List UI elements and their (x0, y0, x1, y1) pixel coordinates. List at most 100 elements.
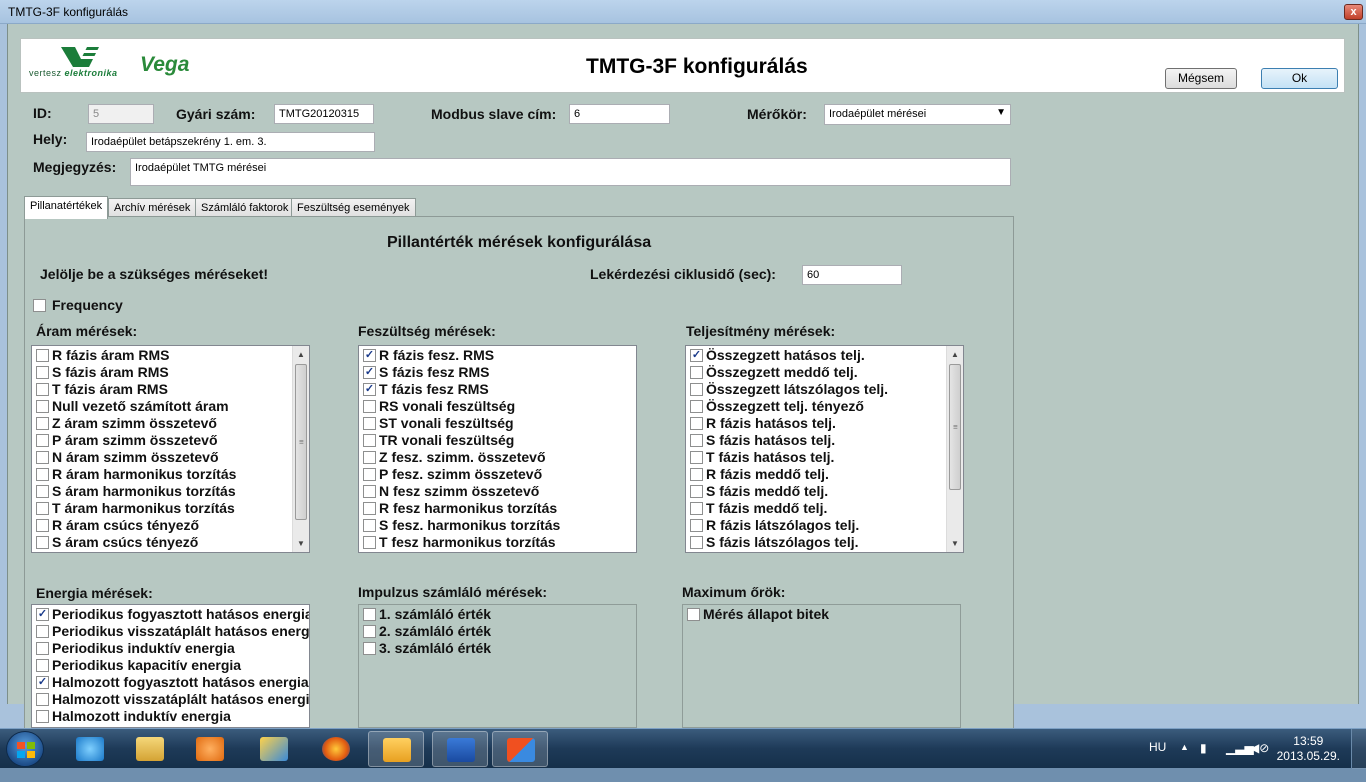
internet-explorer-icon[interactable] (62, 731, 118, 767)
scroll-down-icon[interactable]: ▼ (293, 535, 309, 552)
item-checkbox[interactable] (690, 383, 703, 396)
scroll-up-icon[interactable]: ▲ (947, 346, 963, 363)
list-item[interactable]: Z fesz. szimm. összetevő (359, 449, 636, 466)
item-checkbox[interactable] (363, 400, 376, 413)
item-checkbox[interactable] (36, 434, 49, 447)
item-checkbox[interactable] (363, 485, 376, 498)
list-item[interactable]: Null vezető számított áram (32, 398, 309, 415)
list-item[interactable]: Összegzett meddő telj. (686, 364, 963, 381)
list-item[interactable]: S fázis áram RMS (32, 364, 309, 381)
item-checkbox[interactable]: ✓ (690, 349, 703, 362)
language-indicator[interactable]: HU (1149, 740, 1166, 780)
cycle-field[interactable]: 60 (802, 265, 902, 285)
place-field[interactable]: Irodaépület betápszekrény 1. em. 3. (86, 132, 375, 152)
tab-feszultseg-esemenyek[interactable]: Feszültség események (291, 198, 416, 218)
list-item[interactable]: ✓ R fázis fesz. RMS (359, 347, 636, 364)
item-checkbox[interactable]: ✓ (363, 383, 376, 396)
list-item[interactable]: Halmozott visszatáplált hatásos energia (32, 691, 309, 708)
tab-pillanatertekek[interactable]: Pillanatértékek (24, 196, 109, 219)
item-checkbox[interactable]: ✓ (363, 366, 376, 379)
list-item[interactable]: T fázis hatásos telj. (686, 449, 963, 466)
item-checkbox[interactable] (690, 485, 703, 498)
list-item[interactable]: R fesz harmonikus torzítás (359, 500, 636, 517)
list-item[interactable]: ✓ S fázis fesz RMS (359, 364, 636, 381)
tab-archiv-meresek[interactable]: Archív mérések (108, 198, 197, 218)
list-item[interactable]: Halmozott induktív energia (32, 708, 309, 725)
list-item[interactable]: ✓ T fázis fesz RMS (359, 381, 636, 398)
list-item[interactable]: R fázis hatásos telj. (686, 415, 963, 432)
list-item[interactable]: S fázis látszólagos telj. (686, 534, 963, 551)
item-checkbox[interactable] (36, 693, 49, 706)
item-checkbox[interactable] (36, 659, 49, 672)
list-item[interactable]: Mérés állapot bitek (683, 606, 960, 623)
item-checkbox[interactable] (36, 625, 49, 638)
impulzus-listbox[interactable]: 3. számláló érték 2. számláló érték 1. szá… (358, 604, 637, 728)
list-item[interactable]: S áram harmonikus torzítás (32, 483, 309, 500)
telj-listbox[interactable]: S fázis látszólagos telj. R fázis látszól… (685, 345, 964, 553)
list-item[interactable]: N fesz szimm összetevő (359, 483, 636, 500)
item-checkbox[interactable] (36, 400, 49, 413)
item-checkbox[interactable] (363, 502, 376, 515)
scroll-up-icon[interactable]: ▲ (293, 346, 309, 363)
telj-scrollbar[interactable]: ▲ ≡ ▼ (946, 346, 963, 552)
item-checkbox[interactable]: ✓ (36, 608, 49, 621)
aram-listbox[interactable]: S áram csúcs tényező R áram csúcs tényező… (31, 345, 310, 553)
item-checkbox[interactable] (363, 468, 376, 481)
list-item[interactable]: P fesz. szimm összetevő (359, 466, 636, 483)
item-checkbox[interactable] (690, 400, 703, 413)
window-close-button[interactable]: x (1344, 4, 1363, 20)
id-field[interactable]: 5 (88, 104, 154, 124)
outlook-icon[interactable] (368, 731, 424, 767)
list-item[interactable]: RS vonali feszültség (359, 398, 636, 415)
item-checkbox[interactable] (363, 608, 376, 621)
list-item[interactable]: T áram harmonikus torzítás (32, 500, 309, 517)
scroll-down-icon[interactable]: ▼ (947, 535, 963, 552)
tray-expand-icon[interactable]: ▲ (1180, 742, 1189, 782)
tab-szamlalo-faktorok[interactable]: Számláló faktorok (195, 198, 295, 218)
item-checkbox[interactable] (363, 434, 376, 447)
maximum-listbox[interactable]: Mérés állapot bitek (682, 604, 961, 728)
volume-muted-icon[interactable]: ◀⊘ (1250, 741, 1269, 781)
item-checkbox[interactable] (690, 536, 703, 549)
item-checkbox[interactable] (690, 468, 703, 481)
ok-button[interactable]: Ok (1261, 68, 1338, 89)
list-item[interactable]: ✓ Összegzett hatásos telj. (686, 347, 963, 364)
list-item[interactable]: S fázis hatásos telj. (686, 432, 963, 449)
scroll-thumb[interactable]: ≡ (949, 364, 961, 490)
list-item[interactable]: Összegzett telj. tényező (686, 398, 963, 415)
list-item[interactable]: T fesz harmonikus torzítás (359, 534, 636, 551)
list-item[interactable]: S áram csúcs tényező (32, 534, 309, 551)
list-item[interactable]: Periodikus visszatáplált hatásos energia (32, 623, 309, 640)
list-item[interactable]: 2. számláló érték (359, 623, 636, 640)
list-item[interactable]: R fázis áram RMS (32, 347, 309, 364)
item-checkbox[interactable] (363, 642, 376, 655)
list-item[interactable]: 3. számláló érték (359, 640, 636, 657)
item-checkbox[interactable] (690, 366, 703, 379)
paint-icon[interactable] (246, 731, 302, 767)
item-checkbox[interactable] (36, 366, 49, 379)
item-checkbox[interactable] (690, 434, 703, 447)
item-checkbox[interactable] (36, 485, 49, 498)
list-item[interactable]: Összegzett látszólagos telj. (686, 381, 963, 398)
item-checkbox[interactable] (363, 451, 376, 464)
list-item[interactable]: TR vonali feszültség (359, 432, 636, 449)
firefox-icon[interactable] (308, 731, 364, 767)
item-checkbox[interactable] (687, 608, 700, 621)
item-checkbox[interactable] (36, 502, 49, 515)
item-checkbox[interactable] (36, 519, 49, 532)
circuit-select[interactable]: Irodaépület mérései ▼ (824, 104, 1011, 125)
list-item[interactable]: 1. számláló érték (359, 606, 636, 623)
list-item[interactable]: S fázis meddő telj. (686, 483, 963, 500)
chevron-down-icon[interactable]: ▼ (996, 107, 1006, 118)
list-item[interactable]: R fázis meddő telj. (686, 466, 963, 483)
list-item[interactable]: R fázis látszólagos telj. (686, 517, 963, 534)
item-checkbox[interactable] (690, 451, 703, 464)
network-icon[interactable]: ▮ (1200, 741, 1207, 781)
item-checkbox[interactable] (363, 417, 376, 430)
show-desktop-button[interactable] (1351, 729, 1366, 769)
list-item[interactable]: T fázis áram RMS (32, 381, 309, 398)
modbus-field[interactable]: 6 (569, 104, 670, 124)
list-item[interactable]: ✓ Halmozott fogyasztott hatásos energia (32, 674, 309, 691)
item-checkbox[interactable]: ✓ (363, 349, 376, 362)
frequency-checkbox[interactable] (33, 299, 46, 312)
